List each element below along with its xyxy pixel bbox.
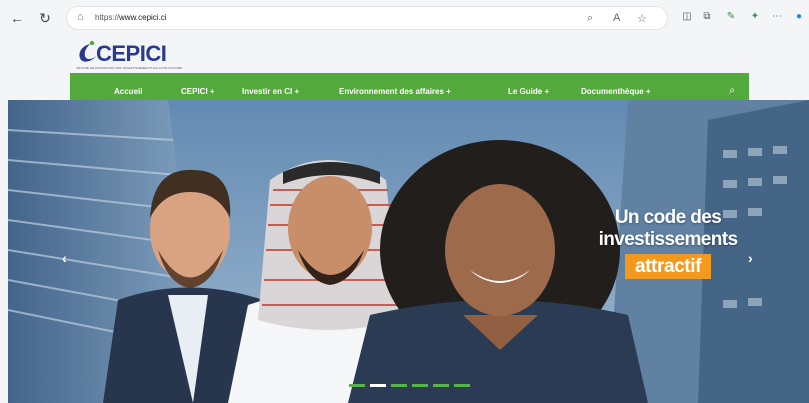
slider-dot[interactable] (433, 384, 449, 387)
hero-headline: Un code des investissements attractif (568, 207, 768, 279)
headline-line-2: investissements (598, 229, 738, 250)
url-prefix: https:// (95, 13, 120, 22)
logo-text: CEPICI (96, 41, 167, 66)
address-bar[interactable]: ⌂ https://www.cepici.ci ⌕ A ☆ (66, 6, 668, 30)
menu-item-cepici[interactable]: CEPICI + (181, 87, 215, 96)
read-aloud-icon[interactable]: A (613, 12, 620, 24)
menu-item-accueil[interactable]: Accueil (114, 87, 142, 96)
headline-line-1: Un code des (614, 207, 722, 228)
hero-slider: ‹ › Un code des investissements attracti… (8, 100, 809, 403)
menu-item-guide[interactable]: Le Guide + (508, 87, 549, 96)
browser-toolbar: ← ↻ ⌂ https://www.cepici.ci ⌕ A ☆ ◫ ⧉ ✎ … (0, 0, 809, 38)
back-arrow-icon[interactable]: ← (8, 9, 26, 27)
menu-item-investir[interactable]: Investir en CI + (242, 87, 299, 96)
slider-dot[interactable] (349, 384, 365, 387)
site-header: CEPICI CENTRE DE PROMOTION DES INVESTISS… (0, 38, 809, 111)
menu-item-environnement[interactable]: Environnement des affaires + (339, 87, 451, 96)
menu-item-documentheque[interactable]: Documenthèque + (581, 87, 651, 96)
refresh-icon[interactable]: ↻ (36, 9, 54, 27)
slider-dot[interactable] (391, 384, 407, 387)
favorite-star-icon[interactable]: ☆ (637, 12, 647, 25)
slider-dot[interactable] (454, 384, 470, 387)
extension-icon[interactable]: ✎ (724, 10, 738, 24)
logo-swoosh-icon (79, 40, 96, 62)
more-menu-icon[interactable]: ⋯ (770, 10, 784, 24)
slider-dot-active[interactable] (370, 384, 386, 387)
url-text[interactable]: https://www.cepici.ci (95, 13, 167, 22)
url-host: www.cepici.ci (119, 13, 167, 22)
extension-green-icon[interactable]: ✦ (748, 10, 762, 24)
zoom-icon[interactable]: ⌕ (587, 12, 593, 25)
headline-highlight: attractif (624, 254, 712, 279)
site-info-icon[interactable]: ⌂ (77, 11, 84, 23)
split-screen-icon[interactable]: ◫ (680, 10, 694, 24)
copilot-icon[interactable]: ● (792, 10, 806, 24)
collections-icon[interactable]: ⧉ (700, 10, 714, 24)
logo-tagline: CENTRE DE PROMOTION DES INVESTISSEMENTS … (76, 66, 183, 70)
slider-dot[interactable] (412, 384, 428, 387)
slider-prev-chevron-icon[interactable]: ‹ (62, 250, 67, 266)
search-icon[interactable]: ⌕ (729, 85, 735, 96)
